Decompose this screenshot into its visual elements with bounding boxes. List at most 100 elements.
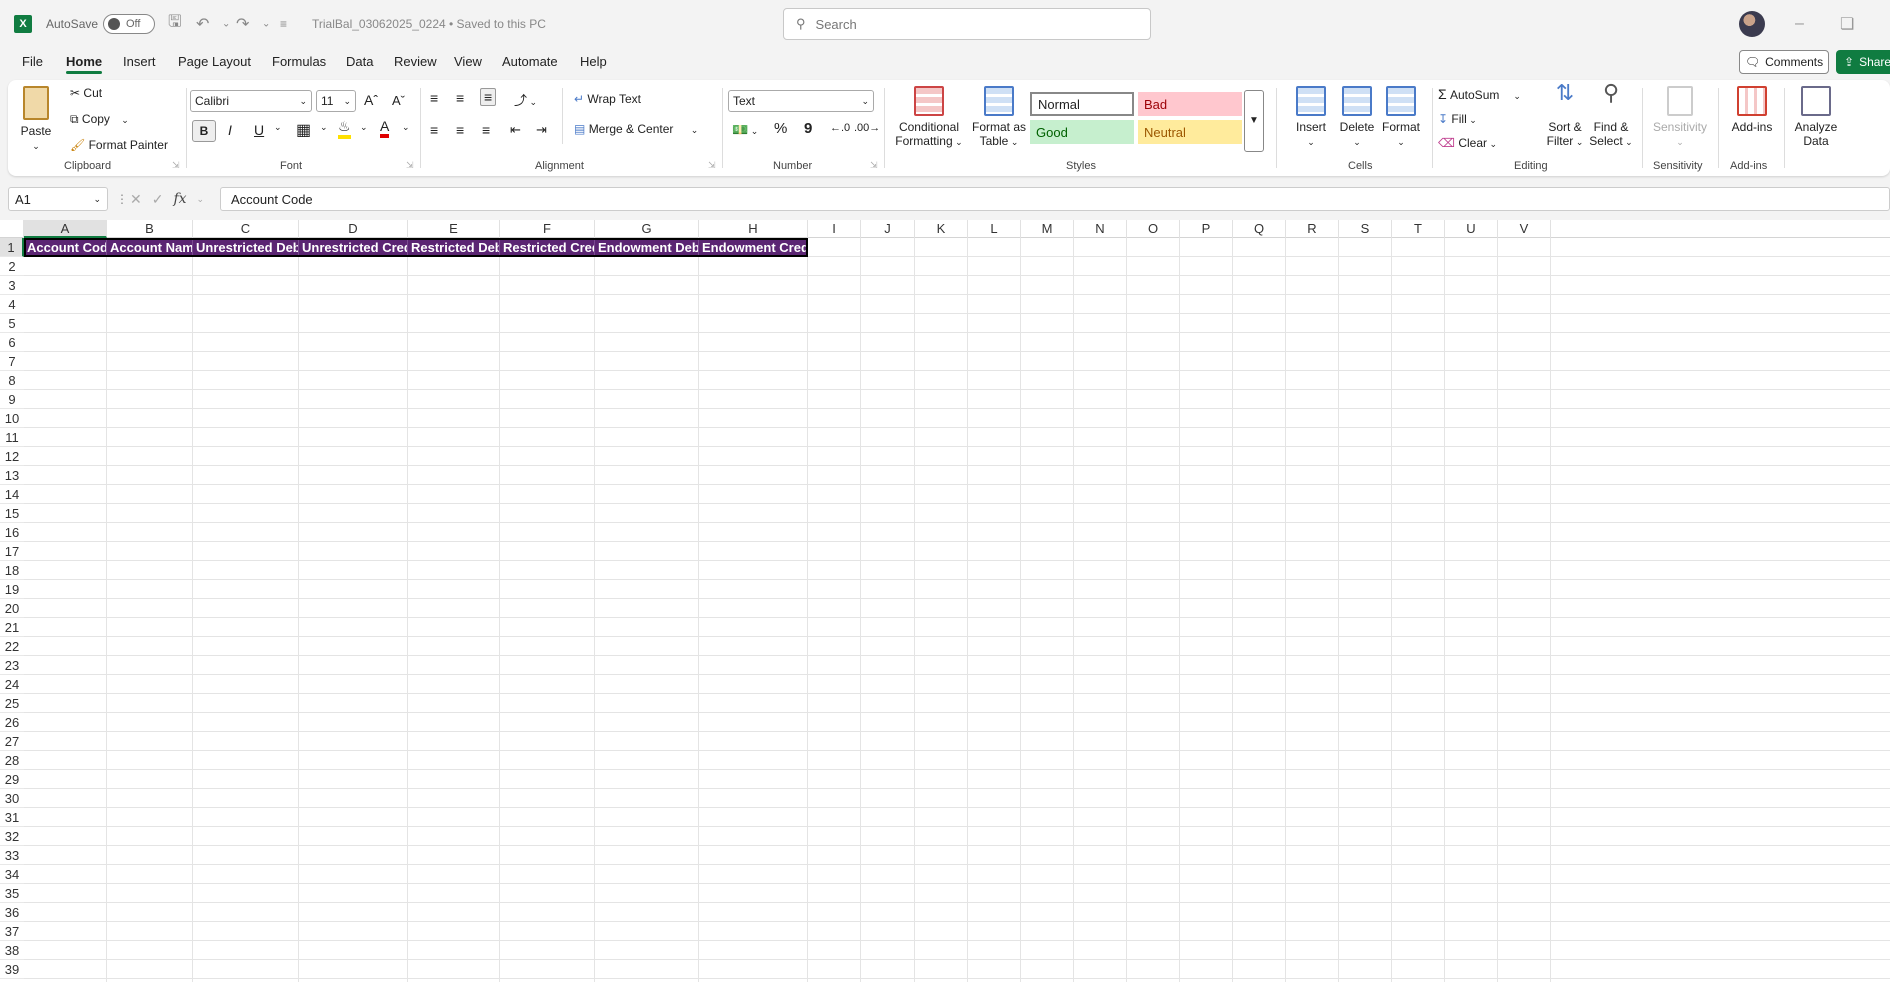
- row-header-3[interactable]: 3: [0, 276, 24, 295]
- tab-data[interactable]: Data: [346, 54, 373, 69]
- search-box[interactable]: ⚲ Search: [783, 8, 1151, 40]
- format-painter-button[interactable]: 🖌 Format Painter: [70, 138, 168, 152]
- column-header-b[interactable]: B: [107, 220, 193, 238]
- row-header-17[interactable]: 17: [0, 542, 24, 561]
- undo-icon[interactable]: ↶: [196, 14, 209, 34]
- row-header-31[interactable]: 31: [0, 808, 24, 827]
- row-header-32[interactable]: 32: [0, 827, 24, 846]
- orientation-icon[interactable]: ⤴ ⌄: [514, 90, 537, 109]
- delete-cells-button[interactable]: Delete ⌄: [1334, 86, 1380, 149]
- column-header-k[interactable]: K: [915, 220, 968, 238]
- row-header-19[interactable]: 19: [0, 580, 24, 599]
- row-header-8[interactable]: 8: [0, 371, 24, 390]
- column-header-i[interactable]: I: [808, 220, 861, 238]
- chevron-down-icon[interactable]: ⌄: [320, 122, 328, 133]
- tab-file[interactable]: File: [22, 54, 43, 69]
- format-cells-button[interactable]: Format ⌄: [1378, 86, 1424, 149]
- add-ins-button[interactable]: Add-ins: [1724, 86, 1780, 134]
- column-header-h[interactable]: H: [699, 220, 808, 238]
- merge-center-button[interactable]: ▤ Merge & Center ⌄: [574, 122, 698, 136]
- row-header-7[interactable]: 7: [0, 352, 24, 371]
- font-color-icon[interactable]: A: [380, 118, 390, 138]
- decrease-indent-icon[interactable]: ⇤: [510, 122, 521, 138]
- row-header-1[interactable]: 1: [0, 238, 24, 257]
- header-cell-d1[interactable]: Unrestricted Credit: [299, 238, 408, 257]
- chevron-down-icon[interactable]: ⌄: [197, 194, 205, 205]
- row-header-22[interactable]: 22: [0, 637, 24, 656]
- dialog-launcher-icon[interactable]: ⇲: [870, 160, 878, 171]
- style-bad[interactable]: Bad: [1138, 92, 1242, 116]
- row-header-15[interactable]: 15: [0, 504, 24, 523]
- row-header-30[interactable]: 30: [0, 789, 24, 808]
- accounting-format-icon[interactable]: 💵 ⌄: [732, 122, 758, 138]
- align-middle-icon[interactable]: ≡: [456, 90, 464, 106]
- column-header-p[interactable]: P: [1180, 220, 1233, 238]
- font-size-select[interactable]: 11 ⌄: [316, 90, 356, 112]
- align-bottom-icon[interactable]: ≡: [480, 88, 497, 106]
- column-header-g[interactable]: G: [595, 220, 699, 238]
- header-cell-a1[interactable]: Account Code: [24, 238, 107, 257]
- row-header-10[interactable]: 10: [0, 409, 24, 428]
- column-header-m[interactable]: M: [1021, 220, 1074, 238]
- align-left-icon[interactable]: ≡: [430, 122, 438, 138]
- align-right-icon[interactable]: ≡: [482, 122, 490, 138]
- format-as-table-button[interactable]: Format as Table ⌄: [968, 86, 1030, 149]
- conditional-formatting-button[interactable]: Conditional Formatting ⌄: [892, 86, 966, 149]
- increase-indent-icon[interactable]: ⇥: [536, 122, 547, 138]
- paste-button[interactable]: Paste ⌄: [16, 86, 56, 153]
- row-header-34[interactable]: 34: [0, 865, 24, 884]
- dialog-launcher-icon[interactable]: ⇲: [172, 160, 180, 171]
- bold-button[interactable]: B: [192, 120, 216, 142]
- chevron-down-icon[interactable]: ⌄: [360, 122, 368, 133]
- increase-font-icon[interactable]: Aˆ: [364, 92, 378, 108]
- style-normal[interactable]: Normal: [1030, 92, 1134, 116]
- avatar[interactable]: [1739, 11, 1765, 37]
- sort-filter-button[interactable]: ⇅ Sort & Filter ⌄: [1542, 82, 1588, 149]
- cancel-icon[interactable]: ✕: [130, 191, 142, 208]
- comma-style-button[interactable]: 9: [804, 120, 812, 137]
- row-header-18[interactable]: 18: [0, 561, 24, 580]
- row-header-27[interactable]: 27: [0, 732, 24, 751]
- row-header-33[interactable]: 33: [0, 846, 24, 865]
- row-header-21[interactable]: 21: [0, 618, 24, 637]
- tab-help[interactable]: Help: [580, 54, 607, 69]
- font-name-select[interactable]: Calibri ⌄: [190, 90, 312, 112]
- customize-qat-icon[interactable]: ≡: [280, 17, 287, 31]
- column-header-u[interactable]: U: [1445, 220, 1498, 238]
- autosum-button[interactable]: Σ AutoSum ⌄: [1438, 86, 1521, 102]
- chevron-down-icon[interactable]: ⌄: [274, 122, 282, 133]
- column-header-s[interactable]: S: [1339, 220, 1392, 238]
- row-header-14[interactable]: 14: [0, 485, 24, 504]
- header-cell-b1[interactable]: Account Name: [107, 238, 193, 257]
- header-cell-e1[interactable]: Restricted Debit: [408, 238, 500, 257]
- align-center-icon[interactable]: ≡: [456, 122, 464, 138]
- header-cell-g1[interactable]: Endowment Debit: [595, 238, 699, 257]
- row-header-11[interactable]: 11: [0, 428, 24, 447]
- formula-input[interactable]: Account Code: [220, 187, 1890, 211]
- row-header-36[interactable]: 36: [0, 903, 24, 922]
- document-title[interactable]: TrialBal_03062025_0224 • Saved to this P…: [312, 17, 546, 31]
- tab-automate[interactable]: Automate: [502, 54, 558, 69]
- insert-cells-button[interactable]: Insert ⌄: [1288, 86, 1334, 149]
- column-header-n[interactable]: N: [1074, 220, 1127, 238]
- clear-button[interactable]: ⌫ Clear ⌄: [1438, 136, 1497, 150]
- row-header-13[interactable]: 13: [0, 466, 24, 485]
- tab-view[interactable]: View: [454, 54, 482, 69]
- borders-icon[interactable]: ▦: [296, 120, 311, 140]
- percent-style-button[interactable]: %: [774, 120, 787, 137]
- share-button[interactable]: ⇪ Share: [1836, 50, 1890, 74]
- column-header-q[interactable]: Q: [1233, 220, 1286, 238]
- restore-icon[interactable]: ❏: [1840, 14, 1854, 34]
- header-cell-c1[interactable]: Unrestricted Debit: [193, 238, 299, 257]
- column-header-l[interactable]: L: [968, 220, 1021, 238]
- header-cell-h1[interactable]: Endowment Credit: [699, 238, 808, 257]
- row-header-38[interactable]: 38: [0, 941, 24, 960]
- fill-button[interactable]: ↧ Fill ⌄: [1438, 112, 1477, 126]
- style-good[interactable]: Good: [1030, 120, 1134, 144]
- row-header-9[interactable]: 9: [0, 390, 24, 409]
- comments-button[interactable]: 🗨 Comments: [1739, 50, 1829, 74]
- cell-grid[interactable]: Account Code Account Name Unrestricted Deb…: [24, 238, 1890, 982]
- header-cell-f1[interactable]: Restricted Credit: [500, 238, 595, 257]
- insert-function-icon[interactable]: fx: [173, 191, 186, 207]
- column-header-v[interactable]: V: [1498, 220, 1551, 238]
